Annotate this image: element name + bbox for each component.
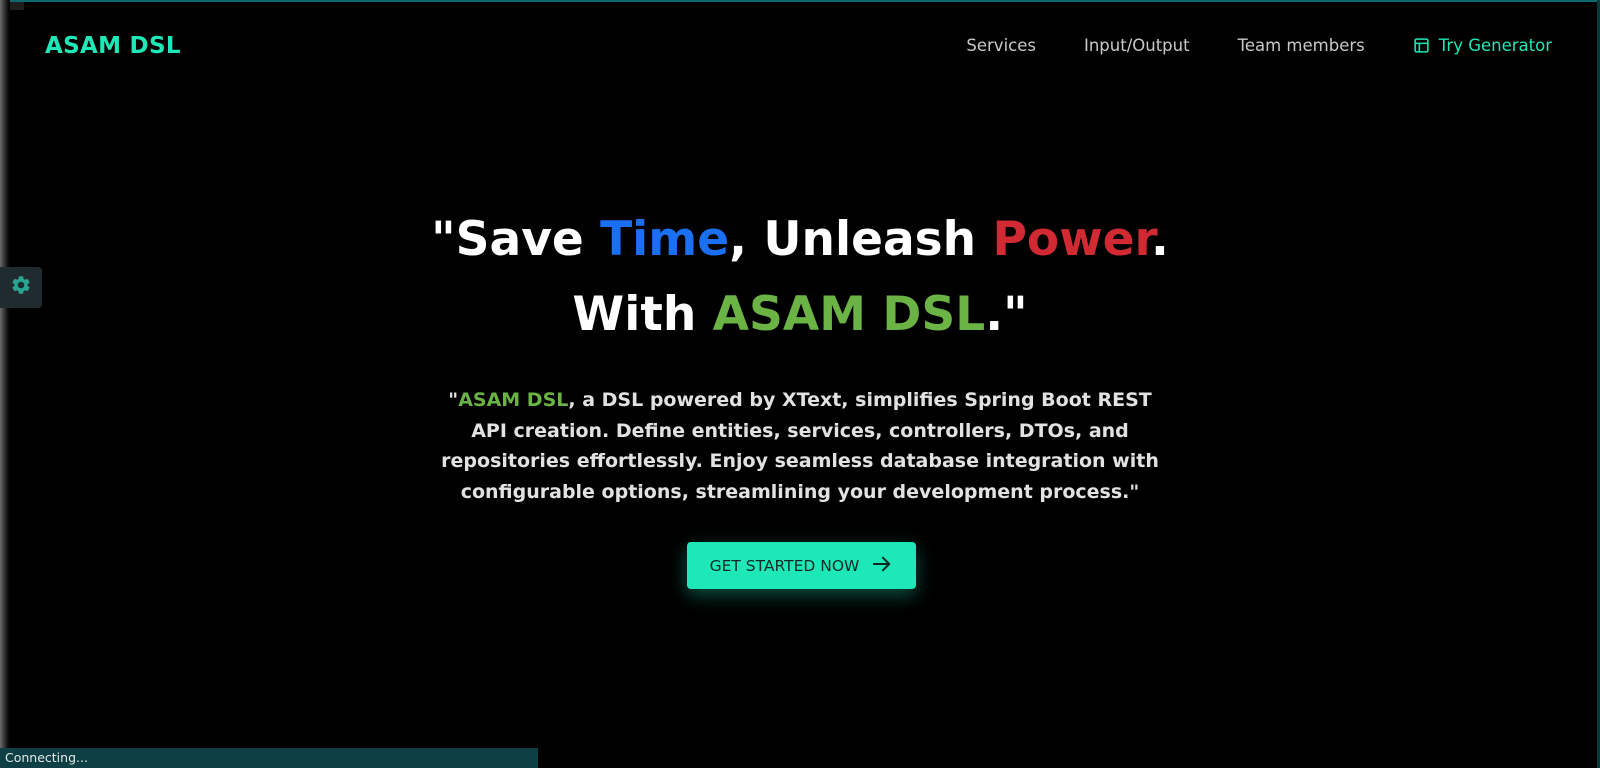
page: ASAM DSL Services Input/Output Team memb… <box>0 0 1600 768</box>
arrow-right-icon <box>871 555 893 577</box>
title-highlight-brand: ASAM DSL <box>712 287 986 342</box>
get-started-button[interactable]: GET STARTED NOW <box>687 542 916 589</box>
try-generator-label: Try Generator <box>1438 36 1552 55</box>
description-text: " <box>448 389 459 411</box>
nav-input-output[interactable]: Input/Output <box>1084 36 1190 55</box>
title-highlight-power: Power <box>992 212 1151 267</box>
status-bar: Connecting... <box>0 748 538 768</box>
top-border <box>0 0 1600 2</box>
nav-team-members[interactable]: Team members <box>1238 36 1365 55</box>
left-edge-shadow <box>0 0 10 768</box>
nav-services[interactable]: Services <box>966 36 1036 55</box>
try-generator-link[interactable]: Try Generator <box>1413 36 1552 55</box>
title-highlight-time: Time <box>600 212 730 267</box>
description-brand: ASAM DSL <box>458 389 569 411</box>
title-text: . <box>1150 212 1169 267</box>
corner-mark <box>10 2 24 10</box>
title-text: With <box>572 287 713 342</box>
title-text: "Save <box>431 212 601 267</box>
layout-icon <box>1413 37 1430 54</box>
title-text: , Unleash <box>729 212 993 267</box>
main-nav: Services Input/Output Team members Try G… <box>966 36 1552 55</box>
settings-toggle[interactable] <box>0 267 42 308</box>
get-started-label: GET STARTED NOW <box>709 556 860 575</box>
gear-icon <box>10 274 32 301</box>
title-text: ." <box>985 287 1028 342</box>
brand-logo[interactable]: ASAM DSL <box>45 33 181 59</box>
hero-title: "Save Time, Unleash Power. With ASAM DSL.… <box>300 202 1300 352</box>
hero-description: "ASAM DSL, a DSL powered by XText, simpl… <box>430 385 1170 507</box>
